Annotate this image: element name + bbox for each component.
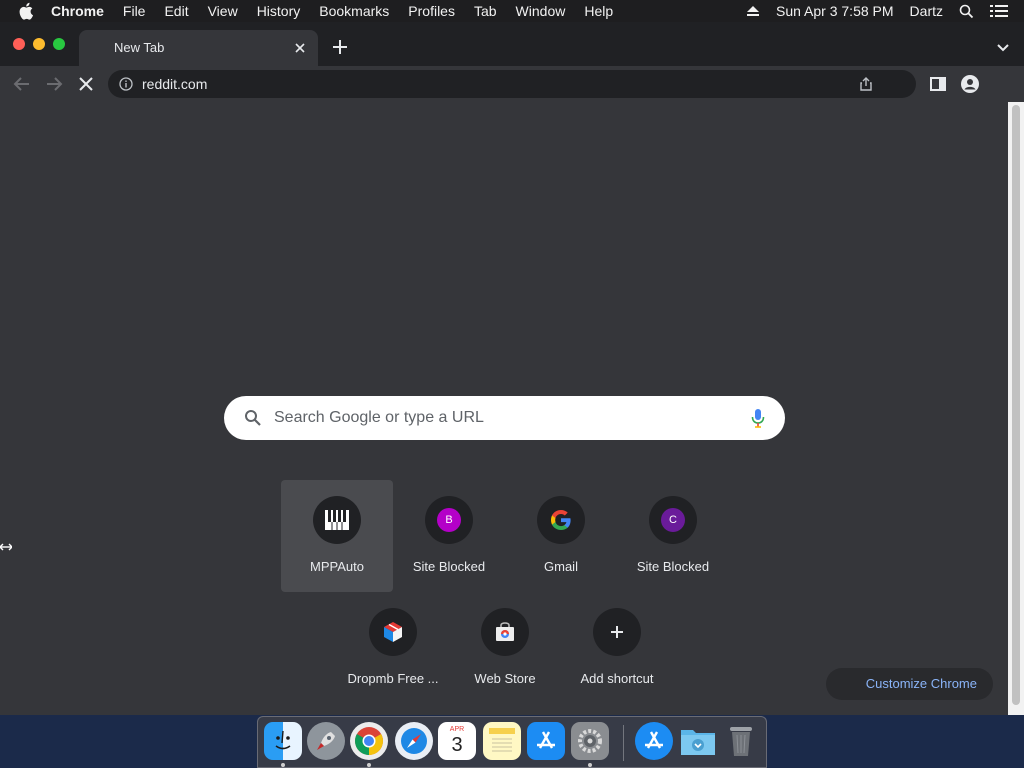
menu-history[interactable]: History xyxy=(257,3,301,19)
calendar-day: 3 xyxy=(451,734,463,756)
menubar: Chrome File Edit View History Bookmarks … xyxy=(0,0,1024,22)
scrollbar-thumb[interactable] xyxy=(1012,105,1020,705)
user-name[interactable]: Dartz xyxy=(910,3,943,19)
search-input[interactable] xyxy=(274,406,734,430)
web-store-icon xyxy=(481,608,529,656)
menu-help[interactable]: Help xyxy=(584,3,613,19)
app-store-downloads-icon[interactable] xyxy=(635,722,673,760)
profile-avatar-icon[interactable] xyxy=(960,74,980,94)
shortcut-label: Add shortcut xyxy=(580,671,654,686)
menu-profiles[interactable]: Profiles xyxy=(408,3,455,19)
add-shortcut-tile[interactable]: Add shortcut xyxy=(561,592,673,704)
tab-close-icon[interactable] xyxy=(292,40,308,56)
shortcut-tile[interactable]: MPPAuto xyxy=(281,480,393,592)
menu-view[interactable]: View xyxy=(208,3,238,19)
customize-chrome-label: Customize Chrome xyxy=(865,676,977,691)
piano-icon xyxy=(313,496,361,544)
shortcut-label: Site Blocked xyxy=(412,559,486,574)
customize-chrome-button[interactable]: Customize Chrome xyxy=(826,668,993,700)
dock: APR 3 xyxy=(257,716,767,768)
shortcut-tile[interactable]: C Site Blocked xyxy=(617,480,729,592)
cube-icon xyxy=(369,608,417,656)
dock-running-indicator xyxy=(367,763,371,767)
tab-strip: New Tab xyxy=(0,22,1024,66)
system-preferences-gear-icon[interactable] xyxy=(571,722,609,760)
tab-title: New Tab xyxy=(114,40,165,55)
back-arrow-icon[interactable] xyxy=(12,74,32,94)
chrome-icon[interactable] xyxy=(350,722,388,760)
browser-window: New Tab reddit.com Search Google or type… xyxy=(0,22,1024,715)
shortcut-tile[interactable]: Dropmb Free ... xyxy=(337,592,449,704)
search-icon xyxy=(244,409,262,427)
safari-compass-icon[interactable] xyxy=(395,722,433,760)
trash-icon[interactable] xyxy=(722,722,760,760)
forward-arrow-icon[interactable] xyxy=(44,74,64,94)
side-panel-icon[interactable] xyxy=(928,74,948,94)
window-zoom-button[interactable] xyxy=(53,38,65,50)
shortcut-label: Web Store xyxy=(474,671,536,686)
menu-bookmarks[interactable]: Bookmarks xyxy=(319,3,389,19)
address-url[interactable]: reddit.com xyxy=(142,76,207,92)
site-info-icon[interactable] xyxy=(119,77,133,91)
search-box[interactable] xyxy=(224,396,785,440)
shortcut-letter: B xyxy=(437,508,461,532)
menu-window[interactable]: Window xyxy=(516,3,566,19)
new-tab-plus-icon[interactable] xyxy=(330,37,350,57)
toolbar: reddit.com xyxy=(0,66,1024,102)
microphone-icon[interactable] xyxy=(751,408,765,428)
menu-file[interactable]: File xyxy=(123,3,146,19)
shortcut-tile[interactable]: Gmail xyxy=(505,480,617,592)
letter-b-icon: B xyxy=(425,496,473,544)
clock-datetime[interactable]: Sun Apr 3 7:58 PM xyxy=(776,3,894,19)
tab-new-tab[interactable]: New Tab xyxy=(79,30,318,66)
google-icon xyxy=(537,496,585,544)
spotlight-search-icon[interactable] xyxy=(959,4,974,19)
app-store-icon[interactable] xyxy=(527,722,565,760)
notes-icon[interactable] xyxy=(483,722,521,760)
new-tab-page: MPPAuto B Site Blocked Gmail C xyxy=(0,102,1008,715)
finder-icon[interactable] xyxy=(264,722,302,760)
calendar-icon[interactable]: APR 3 xyxy=(438,722,476,760)
resize-cursor-icon xyxy=(0,540,13,552)
address-bar[interactable]: reddit.com xyxy=(108,70,916,98)
share-icon[interactable] xyxy=(858,76,874,92)
downloads-folder-icon[interactable] xyxy=(679,722,717,760)
eject-icon[interactable] xyxy=(746,5,760,17)
launchpad-rocket-icon[interactable] xyxy=(307,722,345,760)
letter-c-icon: C xyxy=(649,496,697,544)
calendar-month: APR xyxy=(449,726,465,733)
plus-icon xyxy=(593,608,641,656)
shortcut-tile[interactable]: B Site Blocked xyxy=(393,480,505,592)
menu-tab[interactable]: Tab xyxy=(474,3,497,19)
shortcut-tile[interactable]: Web Store xyxy=(449,592,561,704)
menu-edit[interactable]: Edit xyxy=(164,3,188,19)
scrollbar[interactable] xyxy=(1008,102,1024,715)
tab-search-chevron-down-icon[interactable] xyxy=(996,40,1010,52)
apple-menu-icon[interactable] xyxy=(19,2,37,20)
control-center-icon[interactable] xyxy=(990,4,1008,18)
shortcut-label: Dropmb Free ... xyxy=(347,671,439,686)
shortcut-label: Site Blocked xyxy=(636,559,710,574)
stop-loading-x-icon[interactable] xyxy=(76,74,96,94)
dock-running-indicator xyxy=(281,763,285,767)
menu-app-name[interactable]: Chrome xyxy=(51,3,104,19)
window-close-button[interactable] xyxy=(13,38,25,50)
dock-separator xyxy=(623,725,624,761)
dock-running-indicator xyxy=(588,763,592,767)
shortcut-label: MPPAuto xyxy=(310,559,364,574)
window-minimize-button[interactable] xyxy=(33,38,45,50)
shortcut-label: Gmail xyxy=(544,559,578,574)
shortcut-letter: C xyxy=(661,508,685,532)
